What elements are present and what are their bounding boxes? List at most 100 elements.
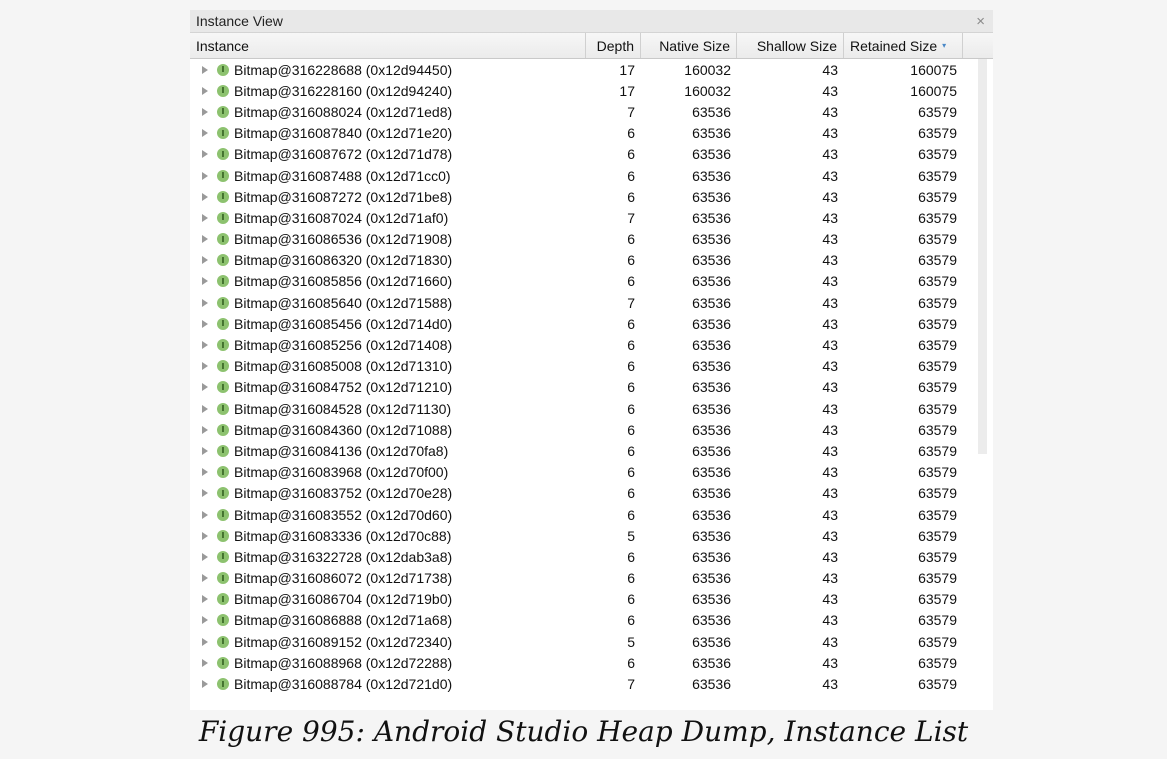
instance-badge-icon: I (217, 508, 229, 521)
table-row[interactable]: I Bitmap@316084136 (0x12d70fa8) 6 63536 43 63… (190, 440, 993, 461)
expand-arrow-icon[interactable] (202, 446, 208, 455)
column-header-shallow-size[interactable]: Shallow Size (737, 33, 844, 58)
expand-arrow-icon[interactable] (202, 595, 208, 604)
depth-cell: 6 (627, 315, 635, 332)
table-row[interactable]: I Bitmap@316083752 (0x12d70e28) 6 63536 43 63… (190, 483, 993, 504)
shallow-size-cell: 43 (822, 125, 838, 142)
table-row[interactable]: I Bitmap@316089152 (0x12d72340) 5 63536 43 63… (190, 631, 993, 652)
expand-arrow-icon[interactable] (202, 150, 208, 159)
depth-cell: 6 (627, 548, 635, 565)
expand-arrow-icon[interactable] (202, 129, 208, 138)
expand-arrow-icon[interactable] (202, 425, 208, 434)
expand-arrow-icon[interactable] (202, 362, 208, 371)
table-row[interactable]: I Bitmap@316085008 (0x12d71310) 6 63536 43 63… (190, 356, 993, 377)
table-row[interactable]: I Bitmap@316086888 (0x12d71a68) 6 63536 43 63… (190, 610, 993, 631)
native-size-cell: 63536 (692, 506, 731, 523)
table-row[interactable]: I Bitmap@316083552 (0x12d70d60) 6 63536 43 63… (190, 504, 993, 525)
table-row[interactable]: I Bitmap@316088968 (0x12d72288) 6 63536 43 63… (190, 652, 993, 673)
expand-arrow-icon[interactable] (202, 171, 208, 180)
instance-cell: I Bitmap@316087840 (0x12d71e20) (190, 125, 586, 141)
column-header-depth[interactable]: Depth (586, 33, 641, 58)
expand-arrow-icon[interactable] (202, 383, 208, 392)
table-row[interactable]: I Bitmap@316087024 (0x12d71af0) 7 63536 43 63… (190, 207, 993, 228)
table-row[interactable]: I Bitmap@316087672 (0x12d71d78) 6 63536 43 63… (190, 144, 993, 165)
instance-name: Bitmap@316084528 (0x12d71130) (234, 400, 452, 417)
table-row[interactable]: I Bitmap@316087840 (0x12d71e20) 6 63536 43 63… (190, 123, 993, 144)
table-row[interactable]: I Bitmap@316087488 (0x12d71cc0) 6 63536 43 63… (190, 165, 993, 186)
column-header-retained-size[interactable]: Retained Size ▾ (844, 33, 963, 58)
instance-cell: I Bitmap@316086320 (0x12d71830) (190, 252, 586, 268)
expand-arrow-icon[interactable] (202, 213, 208, 222)
expand-arrow-icon[interactable] (202, 341, 208, 350)
expand-arrow-icon[interactable] (202, 658, 208, 667)
expand-arrow-icon[interactable] (202, 489, 208, 498)
expand-arrow-icon[interactable] (202, 235, 208, 244)
table-row[interactable]: I Bitmap@316228160 (0x12d94240) 17 160032 43… (190, 80, 993, 101)
depth-cell: 6 (627, 188, 635, 205)
expand-arrow-icon[interactable] (202, 277, 208, 286)
table-row[interactable]: I Bitmap@316084752 (0x12d71210) 6 63536 43 63… (190, 377, 993, 398)
expand-arrow-icon[interactable] (202, 404, 208, 413)
table-row[interactable]: I Bitmap@316086536 (0x12d71908) 6 63536 43 63… (190, 229, 993, 250)
expand-arrow-icon[interactable] (202, 86, 208, 95)
expand-arrow-icon[interactable] (202, 574, 208, 583)
table-row[interactable]: I Bitmap@316084360 (0x12d71088) 6 63536 43 63… (190, 419, 993, 440)
table-row[interactable]: I Bitmap@316086320 (0x12d71830) 6 63536 43 63… (190, 250, 993, 271)
native-size-cell: 63536 (692, 231, 731, 248)
native-size-cell: 63536 (692, 252, 731, 269)
expand-arrow-icon[interactable] (202, 65, 208, 74)
native-size-cell: 63536 (692, 103, 731, 120)
instance-cell: I Bitmap@316083552 (0x12d70d60) (190, 507, 586, 523)
column-header-instance[interactable]: Instance (190, 33, 586, 58)
table-row[interactable]: I Bitmap@316322728 (0x12dab3a8) 6 63536 43 63… (190, 546, 993, 567)
depth-cell: 6 (627, 612, 635, 629)
expand-arrow-icon[interactable] (202, 256, 208, 265)
instance-table-body: I Bitmap@316228688 (0x12d94450) 17 160032 43… (190, 59, 993, 695)
close-icon[interactable]: × (976, 13, 987, 30)
table-row[interactable]: I Bitmap@316086704 (0x12d719b0) 6 63536 43 63… (190, 589, 993, 610)
expand-arrow-icon[interactable] (202, 468, 208, 477)
table-row[interactable]: I Bitmap@316085856 (0x12d71660) 6 63536 43 63… (190, 271, 993, 292)
shallow-size-cell: 43 (822, 103, 838, 120)
table-row[interactable]: I Bitmap@316083336 (0x12d70c88) 5 63536 43 63… (190, 525, 993, 546)
table-row[interactable]: I Bitmap@316085256 (0x12d71408) 6 63536 43 63… (190, 334, 993, 355)
expand-arrow-icon[interactable] (202, 680, 208, 689)
instance-name: Bitmap@316085256 (0x12d71408) (234, 337, 453, 354)
expand-arrow-icon[interactable] (202, 637, 208, 646)
table-row[interactable]: I Bitmap@316088024 (0x12d71ed8) 7 63536 43 63… (190, 101, 993, 122)
instance-badge-icon: I (217, 275, 229, 288)
retained-size-cell: 63579 (918, 421, 957, 438)
table-row[interactable]: I Bitmap@316085456 (0x12d714d0) 6 63536 43 63… (190, 313, 993, 334)
expand-arrow-icon[interactable] (202, 298, 208, 307)
instance-cell: I Bitmap@316089152 (0x12d72340) (190, 634, 586, 650)
instance-name: Bitmap@316089152 (0x12d72340) (234, 633, 453, 650)
instance-cell: I Bitmap@316086536 (0x12d71908) (190, 231, 586, 247)
depth-cell: 6 (627, 400, 635, 417)
table-row[interactable]: I Bitmap@316228688 (0x12d94450) 17 160032 43… (190, 59, 993, 80)
expand-arrow-icon[interactable] (202, 510, 208, 519)
expand-arrow-icon[interactable] (202, 616, 208, 625)
table-row[interactable]: I Bitmap@316086072 (0x12d71738) 6 63536 43 63… (190, 568, 993, 589)
instance-name: Bitmap@316087272 (0x12d71be8) (234, 188, 453, 205)
depth-cell: 6 (627, 252, 635, 269)
table-row[interactable]: I Bitmap@316085640 (0x12d71588) 7 63536 43 63… (190, 292, 993, 313)
table-row[interactable]: I Bitmap@316083968 (0x12d70f00) 6 63536 43 63… (190, 462, 993, 483)
expand-arrow-icon[interactable] (202, 319, 208, 328)
table-row[interactable]: I Bitmap@316088784 (0x12d721d0) 7 63536 43 63… (190, 673, 993, 694)
native-size-cell: 63536 (692, 209, 731, 226)
expand-arrow-icon[interactable] (202, 192, 208, 201)
expand-arrow-icon[interactable] (202, 531, 208, 540)
instance-cell: I Bitmap@316085456 (0x12d714d0) (190, 316, 586, 332)
column-header-native-size[interactable]: Native Size (641, 33, 737, 58)
table-row[interactable]: I Bitmap@316084528 (0x12d71130) 6 63536 43 63… (190, 398, 993, 419)
table-row[interactable]: I Bitmap@316087272 (0x12d71be8) 6 63536 43 63… (190, 186, 993, 207)
retained-size-cell: 63579 (918, 633, 957, 650)
native-size-cell: 63536 (692, 485, 731, 502)
instance-cell: I Bitmap@316085008 (0x12d71310) (190, 358, 586, 374)
expand-arrow-icon[interactable] (202, 107, 208, 116)
instance-cell: I Bitmap@316084136 (0x12d70fa8) (190, 443, 586, 459)
instance-name: Bitmap@316084360 (0x12d71088) (234, 421, 453, 438)
vertical-scrollbar[interactable] (978, 59, 987, 454)
expand-arrow-icon[interactable] (202, 552, 208, 561)
instance-cell: I Bitmap@316088968 (0x12d72288) (190, 655, 586, 671)
